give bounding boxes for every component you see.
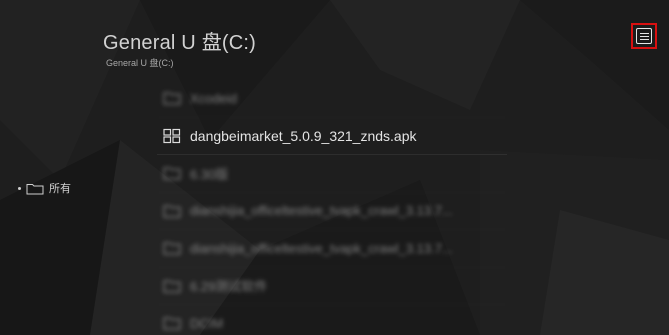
file-row-xcodeid[interactable]: Xcodeid [157, 80, 507, 118]
file-row-dangbeimarket-apk[interactable]: dangbeimarket_5.0.9_321_znds.apk [157, 118, 507, 155]
sidebar-item-label: 所有 [49, 183, 71, 195]
file-row-folder[interactable]: 6.29测试软件 [157, 268, 507, 306]
bullet-dot [18, 186, 21, 190]
file-name: dianshijia_officeltestive_tvapk_crawl_3.… [190, 240, 453, 256]
breadcrumb: General U 盘(C:) [106, 58, 174, 68]
folder-icon [26, 183, 44, 194]
file-list: Xcodeid dangbeimarket_5.0.9_321_znds.apk… [157, 80, 507, 335]
folder-icon [163, 92, 181, 105]
page-title: General U 盘(C:) [103, 32, 257, 54]
menu-icon [636, 28, 652, 44]
sidebar-item-all[interactable]: 所有 [18, 179, 71, 197]
file-row-folder[interactable]: dianshijia_officeltestive_tvapk_crawl_3.… [157, 230, 507, 268]
file-name: 6.30版 [190, 166, 229, 182]
file-name: dangbeimarket_5.0.9_321_znds.apk [190, 127, 417, 144]
file-row-folder[interactable]: dianshijia_officeltestive_tvapk_crawl_3.… [157, 193, 507, 231]
folder-icon [163, 205, 181, 218]
file-row-folder[interactable]: 6.30版 [157, 155, 507, 193]
folder-icon [163, 242, 181, 255]
folder-icon [163, 280, 181, 293]
file-name: DCIM [190, 315, 224, 331]
apk-grid-icon [163, 128, 181, 143]
file-name: 6.29测试软件 [190, 279, 268, 295]
file-name: dianshijia_officeltestive_tvapk_crawl_3.… [190, 203, 453, 219]
file-manager-screen: General U 盘(C:) General U 盘(C:) 所有 Xcode… [0, 0, 669, 335]
file-name: Xcodeid [190, 90, 237, 106]
menu-button[interactable] [631, 23, 657, 49]
file-row-dcim[interactable]: DCIM [157, 305, 507, 335]
folder-icon [163, 317, 181, 330]
folder-icon [163, 167, 181, 180]
